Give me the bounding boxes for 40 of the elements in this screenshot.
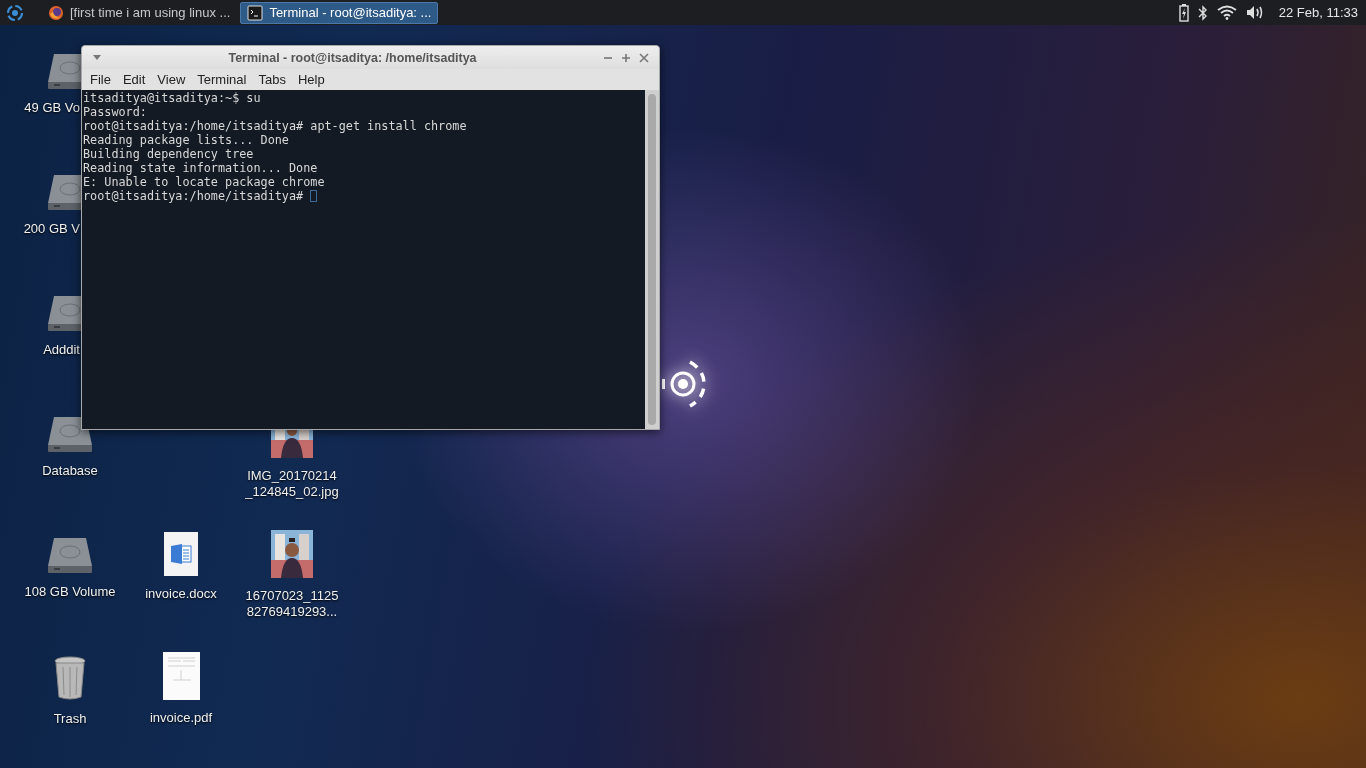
hard-drive-icon [46,415,94,453]
terminal-icon [247,4,264,21]
terminal-line: Reading state information... Done [83,161,318,175]
taskbar-window-button[interactable]: Terminal - root@itsaditya: ... [240,1,439,24]
terminal-output[interactable] [82,90,645,429]
menu-item[interactable]: View [151,70,192,89]
desktop-icon-label[interactable]: Adddit [43,342,80,358]
desktop-icon-label[interactable]: 200 GB V [23,221,80,237]
desktop-icon-label[interactable]: 16707023_1125 82769419293... [245,588,339,620]
trash-icon [53,655,87,701]
menu-item[interactable]: Edit [116,70,152,89]
word-document-icon [164,532,198,576]
hard-drive-icon [46,536,94,574]
desktop-icon-label[interactable]: Database [42,463,98,479]
terminal-line: Building dependency tree [83,147,254,161]
terminal-line: E: Unable to locate package chrome [83,175,325,189]
window-title: Terminal - root@itsaditya: /home/itsaditya [227,50,478,65]
menu-item[interactable]: File [84,70,117,89]
wifi-icon[interactable] [1216,5,1237,20]
clock[interactable]: 22 Feb, 11:33 [1278,5,1358,20]
battery-icon[interactable] [1178,3,1189,22]
terminal-line: Reading package lists... Done [83,133,289,147]
menu-item[interactable]: Tabs [252,70,292,89]
desktop-icon-label[interactable]: 108 GB Volume [24,584,116,600]
terminal-line: itsaditya@itsaditya:~$ su [83,91,261,105]
desktop-icon-label[interactable]: Trash [53,711,87,727]
desktop-icon-label[interactable]: invoice.docx [145,586,217,602]
terminal-line: root@itsaditya:/home/itsaditya# [83,189,305,203]
desktop-icon-label[interactable]: 49 GB Vo [24,100,80,116]
taskbar-window-button[interactable]: [first time i am using linux ... [42,1,237,24]
menu-item[interactable]: Terminal [191,70,253,89]
desktop-icon-label[interactable]: invoice.pdf [149,710,213,726]
pdf-document-icon [162,652,200,700]
terminal-line: root@itsaditya:/home/itsaditya# apt-get install chrome [83,119,467,133]
menu-item[interactable]: Help [291,70,331,89]
terminal-line: Password: [83,105,147,119]
desktop-icon-label[interactable]: IMG_20170214 _124845_02.jpg [245,468,339,500]
bluetooth-icon[interactable] [1197,4,1208,21]
fox-globe-icon [48,4,64,21]
scrollbar-thumb[interactable] [648,94,656,425]
